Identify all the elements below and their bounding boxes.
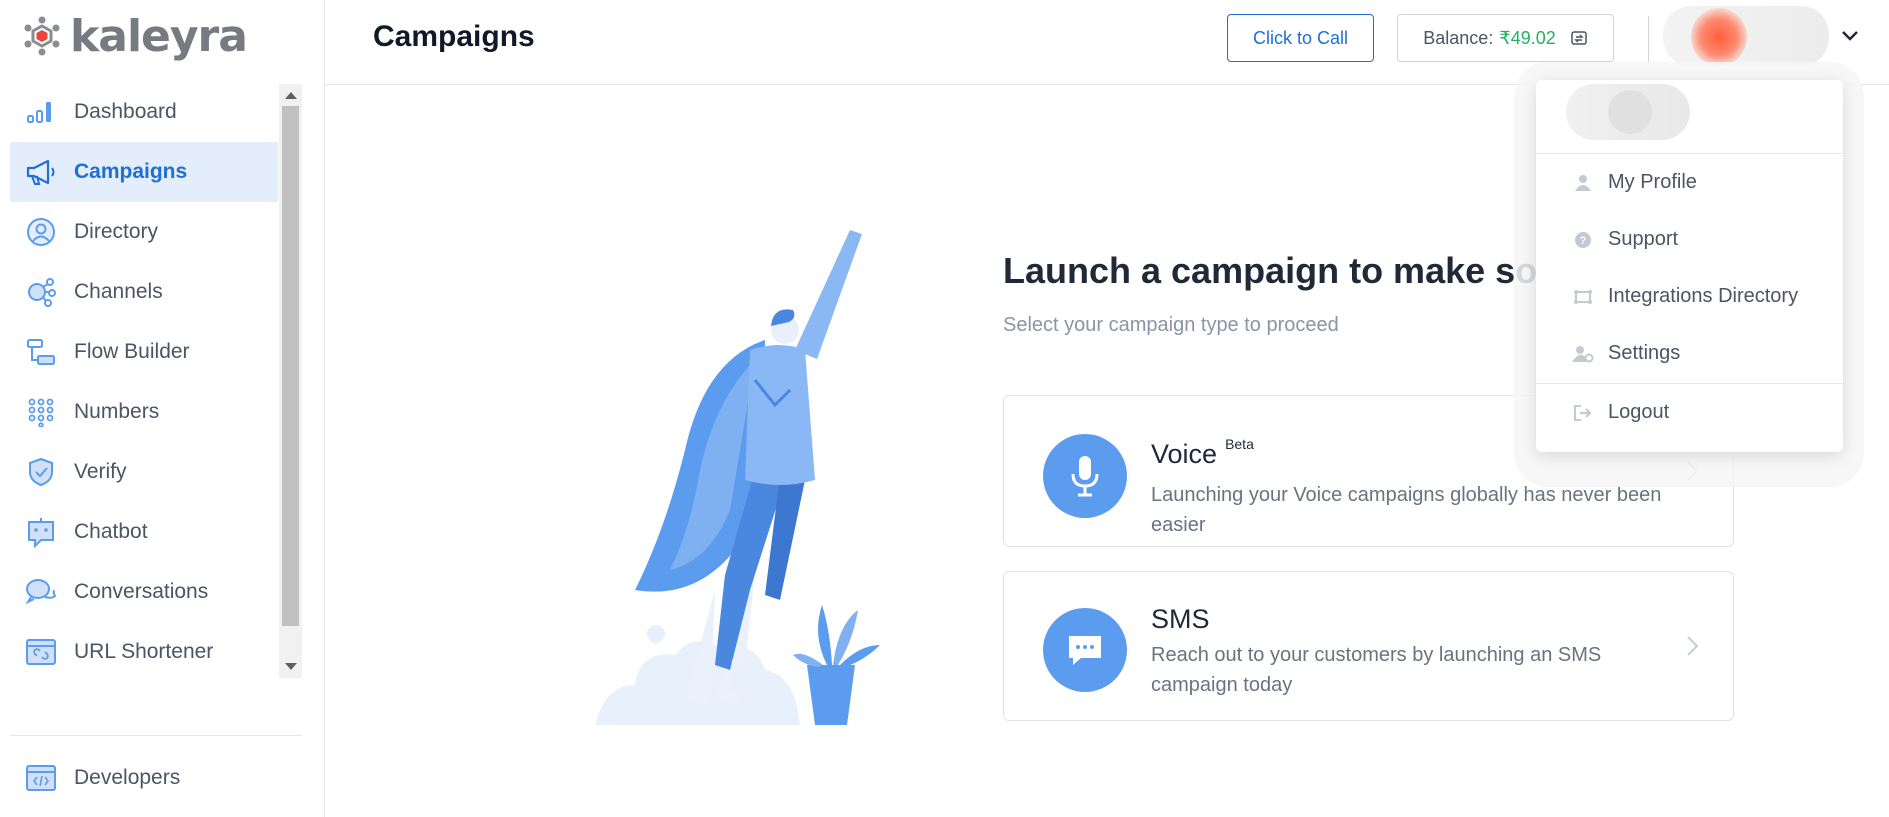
user-icon: [1572, 172, 1594, 194]
menu-item-support[interactable]: ? Support: [1536, 211, 1843, 268]
logout-icon: [1572, 402, 1594, 424]
click-to-call-button[interactable]: Click to Call: [1227, 14, 1374, 62]
menu-item-label: Support: [1608, 228, 1679, 250]
sidebar-item-url-shortener[interactable]: URL Shortener: [10, 622, 278, 677]
svg-text:?: ?: [1580, 235, 1587, 247]
balance-amount: ₹49.02: [1499, 27, 1556, 48]
chat-bubbles-icon: [24, 575, 58, 609]
card-description: Launching your Voice campaigns globally …: [1151, 484, 1662, 536]
sidebar-item-campaigns[interactable]: Campaigns: [10, 142, 278, 202]
menu-item-label: Settings: [1608, 342, 1681, 364]
sidebar-item-label: Directory: [74, 220, 159, 243]
sidebar-item-developers[interactable]: Developers: [10, 748, 278, 808]
brand-logo[interactable]: kaleyra: [22, 11, 248, 62]
sidebar-nav: Dashboard Campaigns Directory Channels F…: [10, 82, 278, 677]
bar-chart-icon: [24, 95, 58, 129]
sidebar-scrollbar[interactable]: [279, 84, 302, 678]
sidebar-item-channels[interactable]: Channels: [10, 262, 278, 322]
sidebar-divider: [10, 735, 302, 736]
sidebar-item-chatbot[interactable]: Chatbot: [10, 502, 278, 562]
sidebar-item-label: Developers: [74, 766, 181, 789]
network-icon: [24, 275, 58, 309]
sidebar-item-label: Campaigns: [74, 160, 188, 183]
sidebar-item-label: Verify: [74, 460, 127, 483]
sidebar-item-label: Flow Builder: [74, 340, 190, 363]
beta-badge: Beta: [1225, 436, 1254, 452]
user-dropdown-menu: My Profile ? Support Integrations Direct…: [1536, 80, 1843, 452]
dropdown-user-header: [1536, 80, 1843, 154]
superhero-illustration: [595, 230, 880, 725]
balance-label: Balance:: [1423, 27, 1494, 48]
dropdown-avatar: [1566, 84, 1690, 140]
kaleyra-logo-icon: [24, 16, 60, 56]
menu-item-label: Logout: [1608, 401, 1670, 423]
sidebar-item-verify[interactable]: Verify: [10, 442, 278, 502]
shield-check-icon: [24, 455, 58, 489]
header-separator: [1648, 16, 1649, 64]
sidebar-item-dashboard[interactable]: Dashboard: [10, 82, 278, 142]
sidebar-item-label: Dashboard: [74, 100, 177, 123]
sidebar-item-numbers[interactable]: Numbers: [10, 382, 278, 442]
robot-icon: [24, 515, 58, 549]
sidebar-item-directory[interactable]: Directory: [10, 202, 278, 262]
code-icon: [24, 761, 58, 795]
menu-item-integrations-directory[interactable]: Integrations Directory: [1536, 268, 1843, 325]
voice-title: Voice: [1151, 439, 1218, 469]
card-description: Reach out to your customers by launching…: [1151, 644, 1602, 696]
sidebar: kaleyra Dashboard Campaigns Directory Ch…: [0, 0, 325, 817]
sidebar-item-conversations[interactable]: Conversations: [10, 562, 278, 622]
sidebar-item-label: Numbers: [74, 400, 160, 423]
chevron-right-icon: [1687, 636, 1699, 656]
scroll-up-arrow-icon[interactable]: [285, 92, 297, 99]
menu-item-label: My Profile: [1608, 171, 1697, 193]
message-icon: [1043, 608, 1127, 692]
card-title: Voice Beta: [1151, 436, 1254, 470]
launch-headline: Launch a campaign to make som: [1003, 250, 1570, 291]
menu-item-settings[interactable]: Settings: [1536, 325, 1843, 382]
dial-pad-icon: [24, 395, 58, 429]
avatar-image: [1691, 8, 1747, 66]
sidebar-item-flow-builder[interactable]: Flow Builder: [10, 322, 278, 382]
flow-icon: [24, 335, 58, 369]
user-circle-icon: [24, 215, 58, 249]
sidebar-item-label: Chatbot: [74, 520, 148, 543]
help-icon: ?: [1572, 229, 1594, 251]
integrations-icon: [1572, 286, 1594, 308]
user-settings-icon: [1572, 343, 1594, 365]
menu-item-logout[interactable]: Logout: [1536, 384, 1843, 441]
page-title: Campaigns: [373, 20, 535, 53]
sidebar-item-label: Channels: [74, 280, 163, 303]
launch-subtitle: Select your campaign type to proceed: [1003, 314, 1339, 336]
refresh-balance-icon[interactable]: [1570, 29, 1588, 47]
sms-title: SMS: [1151, 604, 1210, 634]
chevron-down-icon[interactable]: [1839, 25, 1861, 47]
sms-campaign-card[interactable]: SMS Reach out to your customers by launc…: [1003, 571, 1734, 721]
user-avatar[interactable]: [1663, 6, 1829, 66]
microphone-icon: [1043, 434, 1127, 518]
sidebar-item-label: URL Shortener: [74, 640, 214, 663]
brand-name: kaleyra: [70, 10, 248, 62]
sidebar-item-label: Conversations: [74, 580, 209, 603]
scroll-down-arrow-icon[interactable]: [285, 663, 297, 670]
balance-display[interactable]: Balance: ₹49.02: [1397, 14, 1614, 62]
link-icon: [24, 635, 58, 669]
megaphone-icon: [24, 155, 58, 189]
menu-item-my-profile[interactable]: My Profile: [1536, 154, 1843, 211]
menu-item-label: Integrations Directory: [1608, 285, 1799, 307]
scroll-thumb[interactable]: [282, 106, 299, 626]
